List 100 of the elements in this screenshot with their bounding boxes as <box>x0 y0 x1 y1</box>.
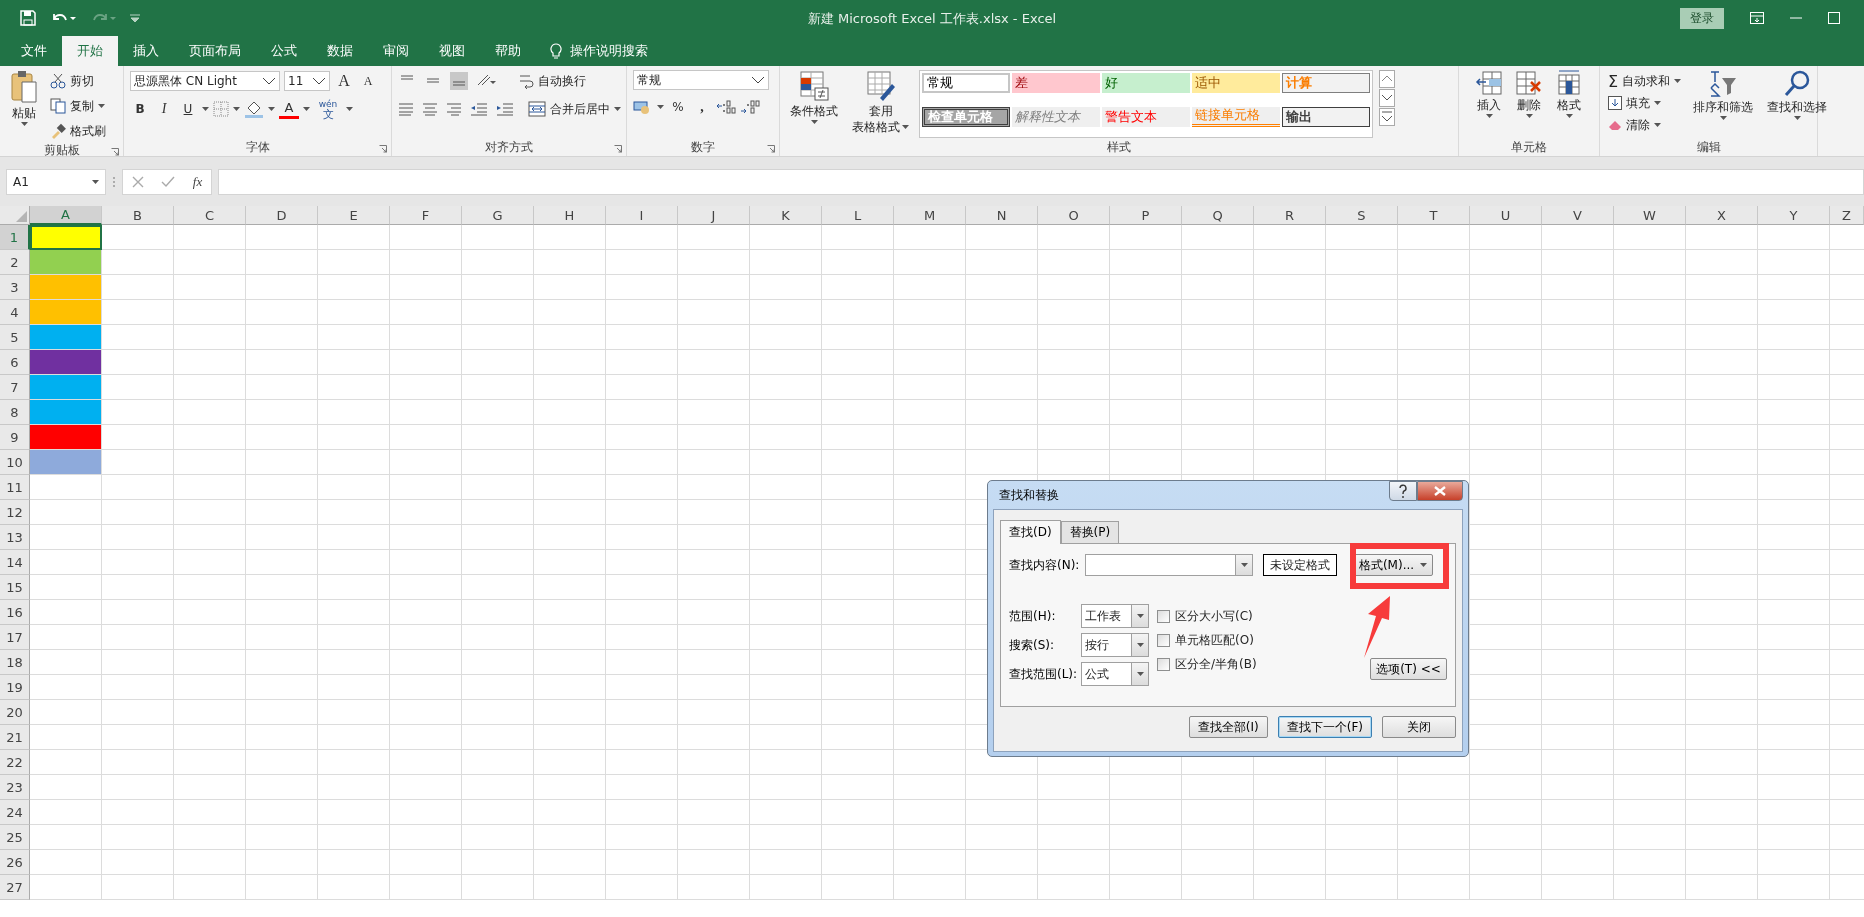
checkmark-icon[interactable] <box>161 176 176 188</box>
dialog-launcher-icon[interactable] <box>379 145 387 153</box>
caret-icon[interactable] <box>657 105 664 109</box>
merge-center-button[interactable]: 合并后居中 <box>526 98 623 120</box>
filled-cell[interactable] <box>30 325 102 350</box>
delete-cells-icon[interactable] <box>1515 70 1543 96</box>
scroll-up-icon[interactable] <box>1379 70 1395 88</box>
find-what-field[interactable] <box>1085 554 1253 576</box>
filled-cell[interactable] <box>30 275 102 300</box>
dialog-button[interactable]: 关闭 <box>1382 716 1456 738</box>
caret-icon[interactable] <box>810 120 818 124</box>
column-header[interactable]: K <box>750 206 822 225</box>
column-header[interactable]: B <box>102 206 174 225</box>
dialog-tab[interactable]: 替换(P) <box>1060 521 1120 543</box>
sign-in-button[interactable]: 登录 <box>1680 7 1724 29</box>
bold-button[interactable]: B <box>130 98 150 120</box>
dropdown-arrow-icon[interactable] <box>1240 563 1248 567</box>
cells-button[interactable]: 格式 <box>1551 70 1587 138</box>
filled-cell[interactable] <box>30 425 102 450</box>
caret-icon[interactable] <box>98 104 105 108</box>
row-header[interactable]: 5 <box>0 325 30 350</box>
copy-button[interactable]: 复制 <box>48 95 108 117</box>
ribbon-tab[interactable]: 开始 <box>62 36 118 66</box>
formula-field[interactable] <box>218 169 1864 195</box>
cells-button[interactable]: 删除 <box>1511 70 1547 138</box>
cell-style[interactable]: 适中 <box>1192 73 1280 93</box>
column-header[interactable]: Z <box>1830 206 1864 225</box>
autosum-button[interactable]: Σ 自动求和 <box>1606 70 1684 92</box>
customize-toolbar-icon[interactable] <box>130 14 140 22</box>
ribbon-tab[interactable]: 视图 <box>424 36 480 66</box>
row-header[interactable]: 21 <box>0 725 30 750</box>
row-header[interactable]: 15 <box>0 575 30 600</box>
wrap-text-button[interactable]: 自动换行 <box>516 70 588 92</box>
ribbon-tab[interactable]: 帮助 <box>480 36 536 66</box>
dropdown-arrow-icon[interactable] <box>1420 563 1428 567</box>
row-header[interactable]: 17 <box>0 625 30 650</box>
caret-icon[interactable] <box>202 107 209 111</box>
close-button[interactable] <box>1417 481 1463 501</box>
dialog-button[interactable]: 查找下一个(F) <box>1277 716 1372 738</box>
maximize-icon[interactable] <box>1828 12 1840 24</box>
format-cells-icon[interactable] <box>1555 70 1583 96</box>
fill-button[interactable]: 填充 <box>1606 92 1684 114</box>
caret-icon[interactable] <box>92 180 99 184</box>
conditional-formatting-button[interactable]: 条件格式 <box>786 70 842 138</box>
ribbon-tab[interactable]: 文件 <box>6 36 62 66</box>
ribbon-tab[interactable]: 插入 <box>118 36 174 66</box>
row-header[interactable]: 10 <box>0 450 30 475</box>
filled-cell[interactable] <box>30 300 102 325</box>
lightbulb-icon[interactable] <box>550 42 562 60</box>
cell-style[interactable]: 常规 <box>922 73 1010 93</box>
sort-filter-button[interactable]: 排序和筛选 <box>1689 70 1758 138</box>
caret-icon[interactable] <box>902 125 909 129</box>
row-header[interactable]: 9 <box>0 425 30 450</box>
column-header[interactable]: W <box>1614 206 1686 225</box>
row-header[interactable]: 6 <box>0 350 30 375</box>
phonetic-guide-button[interactable]: wén 文 <box>314 98 342 120</box>
row-header[interactable]: 20 <box>0 700 30 725</box>
caret-icon[interactable] <box>1525 114 1533 118</box>
filled-cell[interactable] <box>30 250 102 275</box>
row-header[interactable]: 3 <box>0 275 30 300</box>
row-header[interactable]: 14 <box>0 550 30 575</box>
ribbon-tab[interactable]: 页面布局 <box>174 36 256 66</box>
column-header[interactable]: Y <box>1758 206 1830 225</box>
filled-cell[interactable] <box>30 400 102 425</box>
row-header[interactable]: 25 <box>0 825 30 850</box>
cells-button[interactable]: 插入 <box>1471 70 1507 138</box>
dropdown-arrow-icon[interactable] <box>1136 672 1144 676</box>
caret-icon[interactable] <box>303 107 310 111</box>
tell-me-search[interactable]: 操作说明搜索 <box>570 42 648 60</box>
number-format-dropdown[interactable]: 常规 <box>633 70 769 90</box>
fill-color-icon[interactable] <box>244 100 264 118</box>
help-button[interactable] <box>1389 481 1417 501</box>
checkbox[interactable] <box>1157 633 1170 647</box>
row-header[interactable]: 27 <box>0 875 30 900</box>
cell-style[interactable]: 解释性文本 <box>1012 106 1100 127</box>
ribbon-display-options-icon[interactable] <box>1750 12 1764 24</box>
column-header[interactable]: J <box>678 206 750 225</box>
column-header[interactable]: U <box>1470 206 1542 225</box>
filled-cell[interactable] <box>30 450 102 475</box>
filled-cell[interactable] <box>30 375 102 400</box>
cell-style[interactable]: 输出 <box>1282 106 1370 127</box>
dropdown-arrow-icon[interactable] <box>1136 614 1144 618</box>
column-header[interactable]: C <box>174 206 246 225</box>
row-header[interactable]: 2 <box>0 250 30 275</box>
column-header[interactable]: D <box>246 206 318 225</box>
name-box[interactable]: A1 <box>6 169 106 195</box>
insert-function-button[interactable]: fx <box>192 174 203 190</box>
dialog-tab[interactable]: 查找(D) <box>1000 520 1061 544</box>
caret-icon[interactable] <box>1719 116 1727 120</box>
column-header[interactable]: I <box>606 206 678 225</box>
format-painter-button[interactable]: 格式刷 <box>48 120 108 142</box>
row-header[interactable]: 16 <box>0 600 30 625</box>
scroll-down-icon[interactable] <box>1379 89 1395 107</box>
column-header[interactable]: F <box>390 206 462 225</box>
column-header[interactable]: N <box>966 206 1038 225</box>
row-header[interactable]: 4 <box>0 300 30 325</box>
row-header[interactable]: 8 <box>0 400 30 425</box>
column-header[interactable]: P <box>1110 206 1182 225</box>
column-header[interactable]: H <box>534 206 606 225</box>
more-styles-icon[interactable] <box>1379 108 1395 126</box>
